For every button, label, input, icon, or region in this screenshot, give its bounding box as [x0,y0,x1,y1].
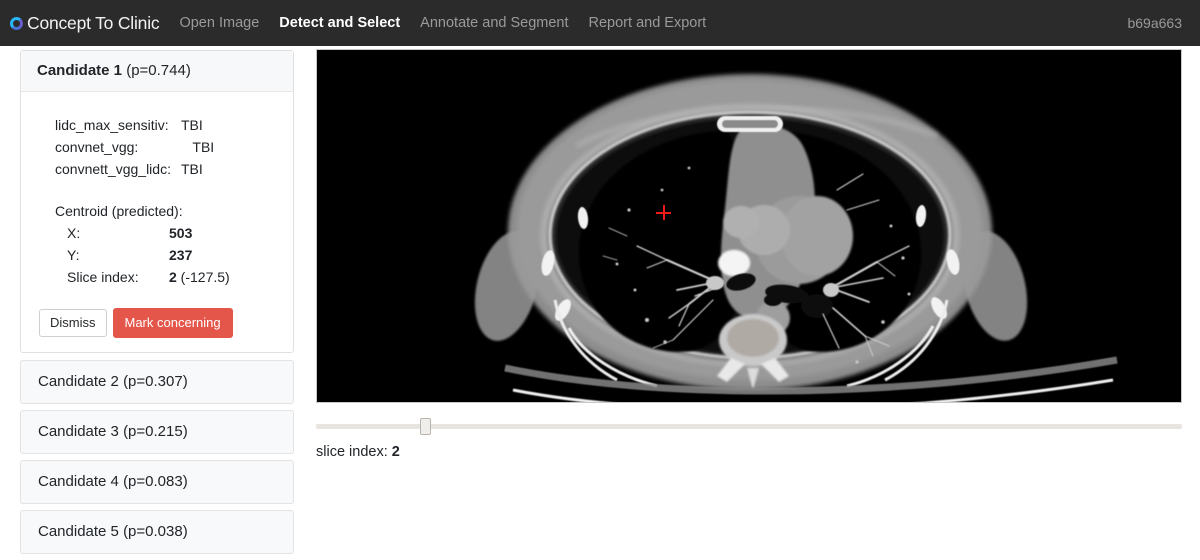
candidate-card-4[interactable]: Candidate 4 (p=0.083) [20,460,294,504]
tab-detect-and-select[interactable]: Detect and Select [279,15,400,31]
ct-slice-image [317,50,1181,402]
metric-value: TBI [181,117,203,133]
brand[interactable]: Concept To Clinic [10,12,160,34]
metric-value: TBI [181,139,215,155]
model-metrics: lidc_max_sensitiv: TBI convnet_vgg: TBI … [37,114,277,288]
centroid-row-y: Y: 237 [55,244,277,266]
metric-key: convnett_vgg_lidc: [55,161,171,177]
metric-row-convnet-vgg: convnet_vgg: TBI [55,136,277,158]
metric-key: lidc_max_sensitiv: [55,117,169,133]
slice-index-label: slice index: 2 [316,444,400,460]
metrics-spacer [55,180,277,200]
candidate-label-4[interactable]: Candidate 4 (p=0.083) [21,461,293,503]
metric-row-convnett-vgg-lidc: convnett_vgg_lidc: TBI [55,158,277,180]
candidate-label-5[interactable]: Candidate 5 (p=0.038) [21,511,293,553]
centroid-row-x: X: 503 [55,222,277,244]
metric-key: convnet_vgg: [55,139,139,155]
candidate-card-body: lidc_max_sensitiv: TBI convnet_vgg: TBI … [21,92,293,352]
candidate-card-3[interactable]: Candidate 3 (p=0.215) [20,410,294,454]
tab-annotate-and-segment[interactable]: Annotate and Segment [420,15,568,31]
dismiss-button[interactable]: Dismiss [39,309,107,337]
centroid-title: Centroid (predicted): [55,203,183,219]
candidate-label-3[interactable]: Candidate 3 (p=0.215) [21,411,293,453]
centroid-key-x: X: [67,225,81,241]
slice-slider-thumb[interactable] [420,418,431,435]
centroid-row-slice-index: Slice index: 2 (-127.5) [55,266,277,288]
metric-value: TBI [181,161,203,177]
centroid-value-x: 503 [169,225,193,241]
mark-concerning-button[interactable]: Mark concerning [112,308,233,338]
candidate-card-header: Candidate 1 (p=0.744) [21,51,293,92]
metric-row-lidc-max-sensitiv: lidc_max_sensitiv: TBI [55,114,277,136]
candidate-label-2[interactable]: Candidate 2 (p=0.307) [21,361,293,403]
ct-image-viewer[interactable] [316,49,1182,403]
centroid-key-y: Y: [67,247,80,263]
candidate-card-5[interactable]: Candidate 5 (p=0.038) [20,510,294,554]
candidate-list-sidebar: Candidate 1 (p=0.744) lidc_max_sensitiv:… [20,50,294,560]
case-id-label: b69a663 [1127,15,1182,31]
candidate-card-2[interactable]: Candidate 2 (p=0.307) [20,360,294,404]
candidate-action-buttons: Dismiss Mark concerning [37,308,277,338]
candidate-probability: (p=0.744) [126,62,191,79]
top-navbar: Concept To Clinic Open Image Detect and … [0,0,1200,46]
brand-title: Concept To Clinic [27,12,160,33]
tab-open-image[interactable]: Open Image [179,15,259,31]
ring-logo-icon [10,16,23,30]
slice-index-value: 2 [391,444,400,460]
candidate-card-active[interactable]: Candidate 1 (p=0.744) lidc_max_sensitiv:… [20,50,294,353]
tab-report-and-export[interactable]: Report and Export [589,15,707,31]
slice-slider-track[interactable] [316,424,1182,429]
centroid-key-slice-index: Slice index: [67,269,139,285]
candidate-name: Candidate 1 [37,62,123,79]
centroid-value-slice-index: 2 (-127.5) [169,269,230,285]
centroid-value-y: 237 [169,247,193,263]
slice-index-prefix: slice index: [316,444,392,460]
